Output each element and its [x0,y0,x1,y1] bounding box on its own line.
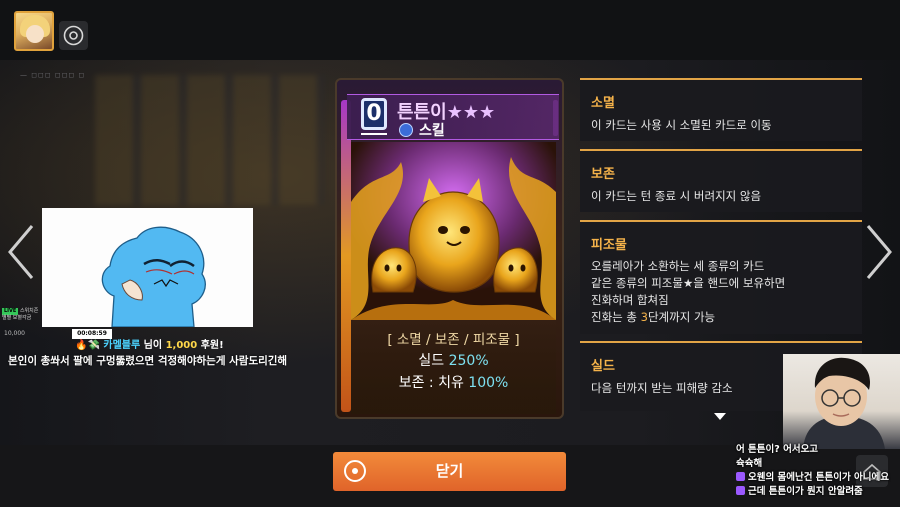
donation-amount: 1,000 [165,340,198,351]
card-detail: 0 튼튼이★★★ 스킬 [소멸 / 보존 / 피조물] 실드 250% 보존… [335,78,564,419]
keyword-desc: 이 카드는 턴 종료 시 버려지지 않음 [591,189,762,203]
card-left-frame [341,100,351,412]
chat-badge-icon [736,486,745,495]
evolve-prefix: 진화는 총 [591,310,641,324]
stat2-value: 100% [468,375,509,391]
donation-mid: 님이 [140,340,166,351]
background-deck-tag: — ◻◻◻ ◻◻◻ ◻ [20,71,86,79]
keyword-title: 보존 [591,167,615,182]
donation-icon: 🔥💸 [75,340,104,351]
keyword-desc-line-1: 오를레아가 소환하는 세 종류의 카드 [591,259,765,273]
viewer-count: 10,000 [4,330,25,337]
card-cost: 0 [361,98,387,130]
keyword-desc: 다음 턴까지 받는 피해량 감소 [591,381,733,395]
keyword-title: 피조물 [591,238,627,253]
card-stat-retain: 보존 : 치유 100% [351,372,556,392]
settings-button[interactable] [59,21,88,50]
keyword-desc-line-2: 같은 종류의 피조물★을 핸드에 보유하면 [591,276,786,290]
stream-drawing-overlay [42,208,253,327]
chat-text: 어 튼튼이? 어서오고 [736,444,819,455]
character-avatar[interactable] [14,11,54,51]
right-arrow-icon[interactable] [864,222,894,282]
donation-alert: 🔥💸 카멜블루 님이 1,000 후원! [75,336,224,351]
scroll-down-icon[interactable] [714,413,726,420]
card-stars: ★★★ [446,102,496,123]
keyword-panel-retain: 보존 이 카드는 턴 종료 시 버려지지 않음 [580,149,862,212]
avatar-face [26,25,44,43]
streamer-webcam [783,354,900,449]
stat1-label: 실드 [418,353,445,369]
card-cost-underline [361,133,387,135]
card-type: 스킬 [419,123,445,139]
card-name: 튼튼이★★★ [397,98,495,124]
skill-type-icon [399,123,413,137]
donation-nick: 카멜블루 [103,340,141,351]
keyword-title: 실드 [591,359,615,374]
chat-text: 슉슉해 [736,458,763,469]
left-arrow-icon[interactable] [6,222,36,282]
chat-line: 슉슉해 [736,455,762,469]
chat-text: 근데 튼튼이가 뭔지 안알려줌 [748,486,863,497]
stat2-label: 보존 : 치유 [398,375,464,391]
chat-line: 어 튼튼이? 어서오고 [736,441,818,455]
chat-badge-icon [736,472,745,481]
background-decor [95,75,325,205]
settings-icon [63,25,84,46]
evolve-count: 3 [640,310,648,324]
close-button-label[interactable]: 닫기 [333,452,566,491]
donation-suffix: 후원! [197,340,224,351]
card-keywords: [ 소멸 / 보존 / 피조물 ] [387,332,520,348]
live-badge: LIVE [2,308,19,315]
chat-line: 근데 튼튼이가 뭔지 안알려줌 [736,483,863,497]
donation-message: 본인이 총쏴서 팔에 구멍뚫렸으면 걱정해야하는게 사람도리긴해 [8,355,288,367]
chat-line: 오웬의 몸에난건 튼튼이가 아니에요 [736,469,889,483]
card-stat-shield: 실드 250% [351,350,556,370]
keyword-desc: 이 카드는 사용 시 소멸된 카드로 이동 [591,118,772,132]
viewer-count-value: 10,000 [4,330,25,337]
keyword-desc-line-4: 진화는 총 3단계까지 가능 [591,309,715,326]
keyword-panel-exhaust: 소멸 이 카드는 사용 시 소멸된 카드로 이동 [580,78,862,141]
keyword-desc-line-3: 진화하며 합쳐짐 [591,293,669,307]
keyword-panel-creation: 피조물 오를레아가 소환하는 세 종류의 카드 같은 종류의 피조물★을 핸드에… [580,220,862,334]
side-line-2: 별별 보혈각금 [2,315,32,321]
card-text-box: [ 소멸 / 보존 / 피조물 ] 실드 250% 보존 : 치유 100% [351,320,556,414]
card-art [351,142,556,320]
evolve-suffix: 단계까지 가능 [647,310,716,324]
keyword-title: 소멸 [591,96,615,111]
top-bar [0,0,900,60]
stat1-value: 250% [448,353,489,369]
chat-text: 오웬의 몸에난건 튼튼이가 아니에요 [748,472,890,483]
side-line-1: 스위치즌 [19,308,39,314]
